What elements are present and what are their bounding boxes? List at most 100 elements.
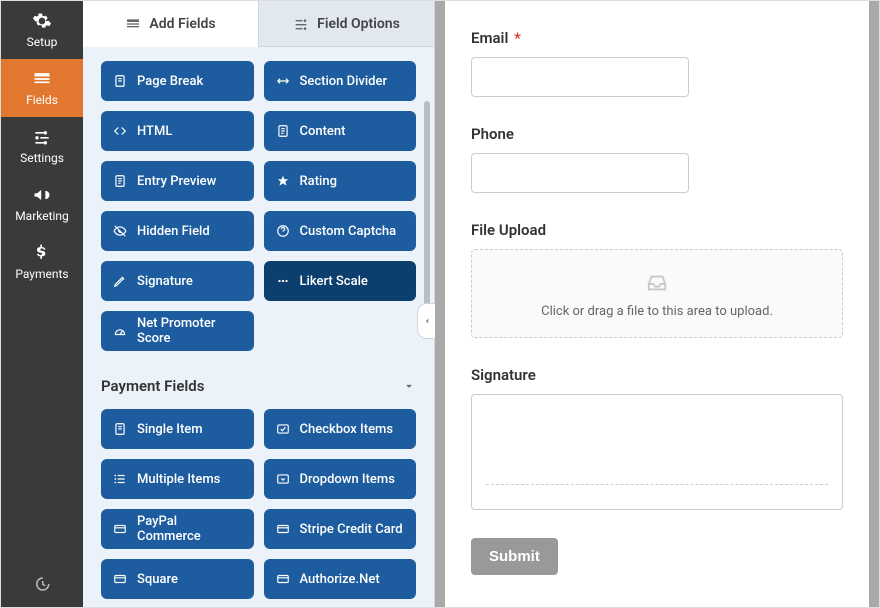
fancy-fields-grid: Page Break Section Divider HTML Content Entr…: [101, 61, 416, 351]
signature-line: [486, 484, 828, 485]
card-icon: [276, 572, 290, 586]
field-dropdown-items-label: Dropdown Items: [300, 472, 395, 487]
payment-fields-grid: Single Item Checkbox Items Multiple Items D…: [101, 409, 416, 607]
field-square-label: Square: [137, 572, 178, 587]
field-rating-label: Rating: [300, 174, 337, 189]
field-html[interactable]: HTML: [101, 111, 254, 151]
nav-marketing[interactable]: Marketing: [1, 175, 83, 233]
signature-field-block[interactable]: Signature: [471, 366, 843, 510]
nav-setup[interactable]: Setup: [1, 1, 83, 59]
email-label: Email *: [471, 29, 843, 47]
tab-add-fields[interactable]: Add Fields: [83, 1, 259, 47]
field-content[interactable]: Content: [264, 111, 417, 151]
field-nps[interactable]: Net Promoter Score: [101, 311, 254, 351]
history-icon: [33, 575, 51, 593]
left-nav: Setup Fields Settings Marketing Payments: [1, 1, 83, 607]
submit-button[interactable]: Submit: [471, 538, 558, 575]
form-icon: [32, 69, 52, 89]
field-checkbox-items-label: Checkbox Items: [300, 422, 394, 437]
payment-fields-header[interactable]: Payment Fields: [101, 377, 416, 395]
field-single-item[interactable]: Single Item: [101, 409, 254, 449]
nav-setup-label: Setup: [27, 35, 58, 49]
dots-icon: [276, 274, 290, 288]
field-custom-captcha[interactable]: Custom Captcha: [264, 211, 417, 251]
code-icon: [113, 124, 127, 138]
signature-label: Signature: [471, 366, 843, 384]
field-dropdown-items[interactable]: Dropdown Items: [264, 459, 417, 499]
field-page-break-label: Page Break: [137, 74, 203, 89]
email-input[interactable]: [471, 57, 689, 97]
gauge-icon: [113, 324, 127, 338]
field-multiple-items-label: Multiple Items: [137, 472, 220, 487]
file-upload-label: File Upload: [471, 221, 843, 239]
form-preview[interactable]: Email * Phone File Upload Click or drag …: [435, 1, 879, 607]
arrow-lr-icon: [276, 74, 290, 88]
fields-panel: Add Fields Field Options Page Break Secti…: [83, 1, 435, 607]
field-section-divider-label: Section Divider: [300, 74, 388, 89]
scrollbar-thumb[interactable]: [424, 101, 430, 331]
star-icon: [276, 174, 290, 188]
sliders-icon: [32, 127, 52, 147]
field-section-divider[interactable]: Section Divider: [264, 61, 417, 101]
preview-frame-right: [869, 1, 879, 607]
nav-settings[interactable]: Settings: [1, 117, 83, 175]
file-upload-hint: Click or drag a file to this area to upl…: [541, 304, 773, 319]
panel-body[interactable]: Page Break Section Divider HTML Content Entr…: [83, 47, 434, 607]
field-authorize-net[interactable]: Authorize.Net: [264, 559, 417, 599]
field-rating[interactable]: Rating: [264, 161, 417, 201]
gear-icon: [32, 11, 52, 31]
tab-field-options[interactable]: Field Options: [259, 1, 434, 47]
pen-icon: [113, 274, 127, 288]
file-icon: [113, 422, 127, 436]
panel-tabs: Add Fields Field Options: [83, 1, 434, 47]
nav-fields[interactable]: Fields: [1, 59, 83, 117]
field-entry-preview-label: Entry Preview: [137, 174, 216, 189]
eye-off-icon: [113, 224, 127, 238]
field-html-label: HTML: [137, 124, 172, 139]
field-options-icon: [293, 16, 309, 32]
add-fields-icon: [125, 16, 141, 32]
field-stripe-cc[interactable]: Stripe Credit Card: [264, 509, 417, 549]
dollar-icon: [32, 243, 52, 263]
field-signature[interactable]: Signature: [101, 261, 254, 301]
nav-history[interactable]: [1, 561, 83, 607]
file-upload-block[interactable]: File Upload Click or drag a file to this…: [471, 221, 843, 338]
page-icon: [113, 174, 127, 188]
dropdown-icon: [276, 472, 290, 486]
field-page-break[interactable]: Page Break: [101, 61, 254, 101]
email-field-block[interactable]: Email *: [471, 29, 843, 97]
bullhorn-icon: [32, 185, 52, 205]
field-square[interactable]: Square: [101, 559, 254, 599]
check-icon: [276, 422, 290, 436]
email-label-text: Email: [471, 29, 508, 47]
nav-payments[interactable]: Payments: [1, 233, 83, 291]
field-likert-scale-label: Likert Scale: [300, 274, 368, 289]
phone-input[interactable]: [471, 153, 689, 193]
page-icon: [276, 124, 290, 138]
form-preview-wrap: Email * Phone File Upload Click or drag …: [435, 1, 879, 607]
panel-collapse-handle[interactable]: [417, 303, 435, 339]
chevron-down-icon: [402, 379, 416, 393]
signature-pad[interactable]: [471, 394, 843, 510]
file-upload-dropzone[interactable]: Click or drag a file to this area to upl…: [471, 249, 843, 338]
payment-fields-title: Payment Fields: [101, 377, 204, 395]
field-checkbox-items[interactable]: Checkbox Items: [264, 409, 417, 449]
field-likert-scale[interactable]: Likert Scale: [264, 261, 417, 301]
nav-settings-label: Settings: [20, 151, 64, 165]
field-content-label: Content: [300, 124, 346, 139]
field-paypal-commerce[interactable]: PayPal Commerce: [101, 509, 254, 549]
field-hidden-field-label: Hidden Field: [137, 224, 210, 239]
field-hidden-field[interactable]: Hidden Field: [101, 211, 254, 251]
nav-fields-label: Fields: [26, 93, 58, 107]
field-multiple-items[interactable]: Multiple Items: [101, 459, 254, 499]
file-icon: [113, 74, 127, 88]
tab-add-fields-label: Add Fields: [149, 16, 215, 32]
question-icon: [276, 224, 290, 238]
field-stripe-cc-label: Stripe Credit Card: [300, 522, 403, 537]
nav-payments-label: Payments: [15, 267, 68, 281]
preview-frame-left: [435, 1, 445, 607]
field-entry-preview[interactable]: Entry Preview: [101, 161, 254, 201]
phone-field-block[interactable]: Phone: [471, 125, 843, 193]
card-icon: [113, 572, 127, 586]
inbox-icon: [643, 272, 671, 294]
